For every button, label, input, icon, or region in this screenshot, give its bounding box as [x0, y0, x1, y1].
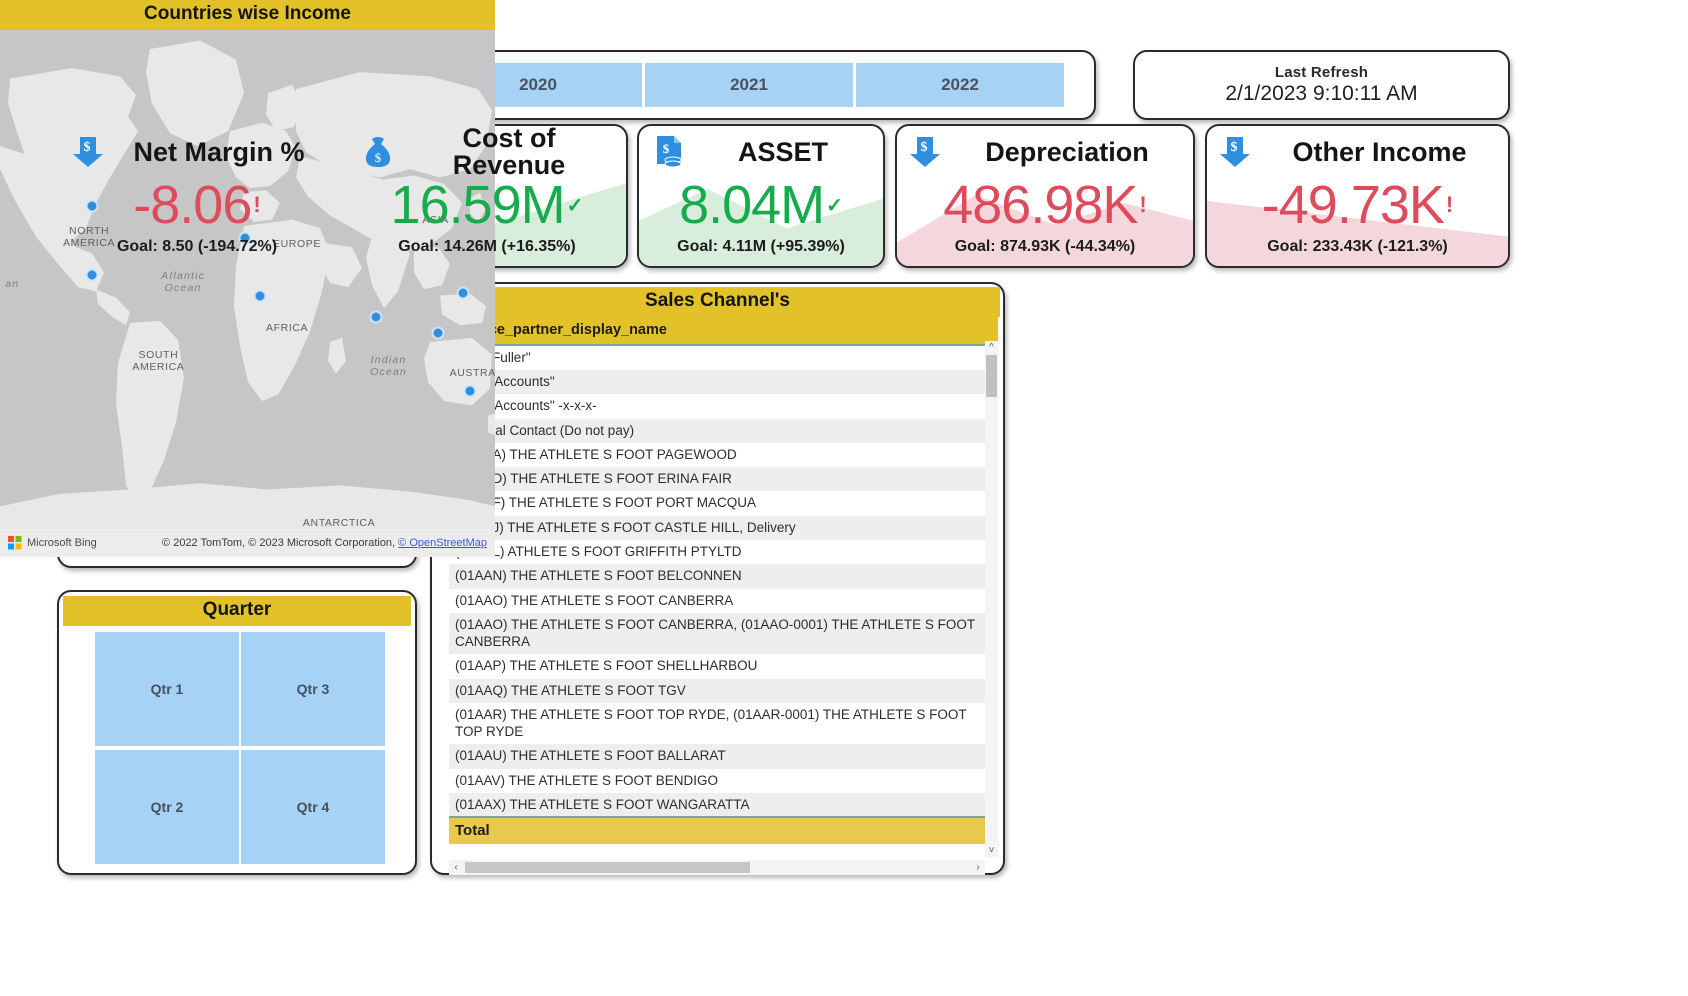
year-option-2022[interactable]: 2022 [856, 63, 1064, 107]
kpi-title: Cost of Revenue [452, 124, 566, 180]
world-map-landmasses [0, 29, 495, 557]
map-pin-east-asia[interactable] [456, 286, 470, 300]
kpi-goal-text: Goal: 14.26M (+16.35%) [398, 238, 576, 255]
kpi-status-flag: ! [253, 192, 261, 217]
sales-channel-row-list: "Brad Fuller""MOC Accounts""MOC Accounts… [449, 345, 998, 816]
sales-channel-total-row: Total [449, 815, 998, 844]
map-pin-australia[interactable] [463, 384, 477, 398]
horizontal-scrollbar[interactable]: ‹ › [449, 859, 985, 875]
kpi-title: Depreciation [985, 136, 1149, 167]
sales-channel-panel: Sales Channel's invoice_partner_display_… [430, 282, 1005, 875]
kpi-goal-text: Goal: 8.50 (-194.72%) [116, 238, 278, 255]
kpi-card-depreciation[interactable]: $ Depreciation 486.98K ! Goal: 874.93K (… [895, 124, 1195, 268]
quarter-slicer-panel: Quarter Qtr 1 Qtr 3 Qtr 2 Qtr 4 [57, 590, 417, 875]
last-refresh-value: 2/1/2023 9:10:11 AM [1225, 82, 1418, 105]
microsoft-squares-icon [8, 535, 22, 550]
kpi-status-flag: ! [1139, 192, 1147, 217]
sales-channel-column-header[interactable]: invoice_partner_display_name [449, 316, 998, 346]
table-row[interactable]: "MOC Accounts" -x-x-x- [449, 394, 998, 418]
document-dollar-coins-icon: $ [651, 134, 687, 170]
kpi-value: 16.59M [390, 175, 566, 235]
kpi-status-flag: ✓ [566, 194, 584, 217]
quarter-slicer-grid: Qtr 1 Qtr 3 Qtr 2 Qtr 4 [65, 631, 409, 864]
quarter-slicer-title: Quarter [63, 596, 411, 626]
map-footer: Microsoft Bing © 2022 TomTom, © 2023 Mic… [0, 528, 495, 557]
kpi-goal-text: Goal: 874.93K (-44.34%) [954, 238, 1136, 255]
table-row[interactable]: (01AAN) THE ATHLETE S FOOT BELCONNEN [449, 564, 998, 589]
svg-text:$: $ [84, 140, 91, 155]
table-row[interactable]: (01AAP) THE ATHLETE S FOOT SHELLHARBOU [449, 654, 998, 678]
scroll-up-icon[interactable]: ^ [985, 341, 998, 354]
kpi-title: Net Margin % [133, 136, 305, 167]
map-pin-north-america-south[interactable] [85, 268, 99, 282]
map-pin-north-africa[interactable] [253, 289, 267, 303]
sales-channel-table: invoice_partner_display_name "Brad Fulle… [437, 316, 998, 875]
kpi-value: -8.06 [133, 175, 252, 235]
kpi-value: -49.73K [1261, 175, 1445, 235]
kpi-card-asset[interactable]: $ ASSET 8.04M ✓ Goal: 4.11M (+95.39%) [637, 124, 885, 268]
countries-income-map-panel: Countries wise Income NORTH AMERICA EURO… [0, 0, 495, 580]
quarter-option-qtr3[interactable]: Qtr 3 [241, 631, 385, 746]
table-row[interactable]: (01AAX) THE ATHLETE S FOOT WANGARATTA [449, 792, 998, 816]
table-row[interactable]: "Brad Fuller" [449, 346, 998, 370]
scroll-down-icon[interactable]: ˅ [985, 844, 998, 857]
microsoft-bing-logo: Microsoft Bing [8, 535, 97, 550]
table-row[interactable]: (01AAA) THE ATHLETE S FOOT PAGEWOOD [449, 443, 998, 467]
table-row[interactable]: (01AAD) THE ATHLETE S FOOT ERINA FAIR [449, 467, 998, 492]
last-refresh-label: Last Refresh [1274, 64, 1369, 81]
map-title: Countries wise Income [0, 0, 495, 30]
year-slicer[interactable]: 2020 2021 2022 [398, 50, 1096, 120]
kpi-title: ASSET [737, 136, 829, 167]
table-row[interactable]: (01AAR) THE ATHLETE S FOOT TOP RYDE, (01… [449, 703, 998, 745]
svg-text:$: $ [375, 150, 382, 165]
table-row[interactable]: (01AAF) THE ATHLETE S FOOT PORT MACQUA [449, 491, 998, 515]
table-row[interactable]: (01AAJ) THE ATHLETE S FOOT CASTLE HILL, … [449, 515, 998, 541]
down-arrow-dollar-icon: $ [1219, 134, 1255, 170]
map-attribution-text: © 2022 TomTom, © 2023 Microsoft Corporat… [162, 536, 399, 549]
scroll-left-icon[interactable]: ‹ [449, 860, 463, 875]
kpi-status-flag: ! [1445, 192, 1454, 217]
kpi-goal-text: Goal: 233.43K (-121.3%) [1267, 238, 1448, 255]
down-arrow-dollar-icon: $ [909, 134, 945, 170]
svg-text:$: $ [663, 141, 670, 156]
money-bag-dollar-icon: $ [360, 134, 396, 170]
table-row[interactable]: () Virtual Contact (Do not pay) [449, 418, 998, 443]
kpi-title: Other Income [1292, 136, 1467, 167]
table-row[interactable]: (01AAL) ATHLETE S FOOT GRIFFITH PTYLTD [449, 540, 998, 564]
openstreetmap-link[interactable]: © OpenStreetMap [398, 537, 487, 549]
sales-channel-title: Sales Channel's [435, 287, 1000, 317]
quarter-option-qtr2[interactable]: Qtr 2 [95, 749, 239, 864]
down-arrow-dollar-icon: $ [72, 134, 108, 170]
quarter-option-qtr1[interactable]: Qtr 1 [95, 631, 239, 746]
map-attribution: © 2022 TomTom, © 2023 Microsoft Corporat… [162, 537, 487, 549]
last-refresh-card: Last Refresh 2/1/2023 9:10:11 AM [1133, 50, 1510, 120]
world-map[interactable]: NORTH AMERICA EUROPE ASIA AFRICA SOUTH A… [0, 29, 495, 557]
vertical-scroll-thumb[interactable] [986, 354, 997, 397]
year-option-2021[interactable]: 2021 [645, 63, 853, 107]
svg-text:$: $ [921, 140, 928, 155]
map-pin-india[interactable] [369, 310, 383, 324]
kpi-card-net-margin[interactable]: $ Net Margin % -8.06 ! Goal: 8.50 (-194.… [58, 124, 336, 268]
horizontal-scroll-thumb[interactable] [465, 861, 750, 873]
bing-provider-label: Microsoft Bing [27, 536, 97, 549]
kpi-card-cost-of-revenue[interactable]: $ Cost of Revenue 16.59M ✓ Goal: 14.26M … [346, 124, 628, 268]
scroll-right-icon[interactable]: › [971, 860, 985, 875]
table-row[interactable]: (01AAO) THE ATHLETE S FOOT CANBERRA [449, 589, 998, 613]
quarter-option-qtr4[interactable]: Qtr 4 [241, 749, 385, 864]
table-row[interactable]: (01AAV) THE ATHLETE S FOOT BENDIGO [449, 769, 998, 793]
kpi-value: 486.98K [943, 175, 1138, 235]
table-row[interactable]: (01AAO) THE ATHLETE S FOOT CANBERRA, (01… [449, 612, 998, 655]
kpi-card-other-income[interactable]: $ Other Income -49.73K ! Goal: 233.43K (… [1205, 124, 1510, 268]
map-pin-southeast-asia[interactable] [431, 326, 445, 340]
kpi-value: 8.04M [679, 175, 825, 235]
table-row[interactable]: (01AAQ) THE ATHLETE S FOOT TGV [449, 678, 998, 703]
vertical-scrollbar[interactable]: ^ ˅ [985, 340, 998, 857]
svg-text:$: $ [1231, 140, 1238, 155]
kpi-goal-text: Goal: 4.11M (+95.39%) [677, 238, 845, 255]
kpi-status-flag: ✓ [826, 194, 843, 217]
table-row[interactable]: "MOC Accounts" [449, 370, 998, 395]
year-slicer-options: 2020 2021 2022 [404, 63, 1090, 107]
table-row[interactable]: (01AAU) THE ATHLETE S FOOT BALLARAT [449, 744, 998, 769]
